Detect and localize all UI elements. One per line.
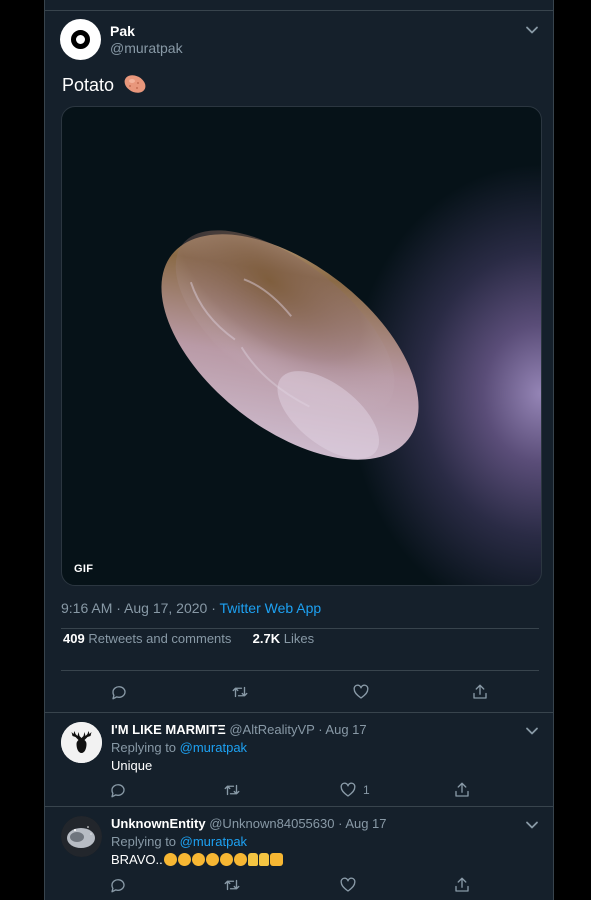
reply-date[interactable]: · Aug 17 (318, 722, 366, 737)
reply-date[interactable]: · Aug 17 (338, 816, 386, 831)
reply-author-name[interactable]: I'M LIKE MARMITΞ (111, 722, 226, 737)
replying-to: Replying to @muratpak (111, 740, 248, 755)
likes-stat[interactable]: 2.7K Likes (253, 631, 314, 646)
mention-link[interactable]: @muratpak (180, 740, 247, 755)
reply-text: Unique (111, 758, 153, 773)
like-icon[interactable] (352, 683, 370, 701)
potato-image (161, 230, 419, 460)
reply-actions (45, 876, 553, 896)
tweet-text: Potato (62, 74, 147, 99)
divider (61, 670, 539, 671)
chevron-down-icon[interactable] (525, 23, 539, 37)
reply-author-handle[interactable]: @AltRealityVP (229, 722, 314, 737)
reply-author-handle[interactable]: @Unknown84055630 (209, 816, 334, 831)
reply-icon[interactable] (109, 781, 127, 799)
timeline-column: Pak @muratpak Potato GIF 9:16 AM · Aug 1… (44, 0, 554, 900)
fist-emoji-icon (269, 852, 283, 867)
gif-badge: GIF (74, 563, 94, 575)
reply-text: BRAVO.. (111, 852, 283, 867)
mention-link[interactable]: @muratpak (180, 834, 247, 849)
chevron-down-icon[interactable] (525, 724, 539, 738)
avatar[interactable] (61, 816, 102, 857)
divider (45, 712, 553, 713)
reply-icon[interactable] (109, 876, 127, 894)
retweets-stat[interactable]: 409 Retweets and comments (63, 631, 231, 646)
thumbs-up-emoji-icon (247, 852, 269, 867)
author-name[interactable]: Pak (110, 23, 135, 39)
share-icon[interactable] (453, 876, 471, 894)
author-handle[interactable]: @muratpak (110, 40, 183, 56)
main-tweet-actions (45, 683, 553, 703)
reply-header: UnknownEntity @Unknown84055630 · Aug 17 (111, 816, 387, 831)
top-divider (45, 10, 553, 11)
tweet-stats: 409 Retweets and comments 2.7K Likes (63, 631, 314, 646)
avatar[interactable] (61, 722, 102, 763)
clap-emoji-icon (163, 852, 247, 867)
tweet-timestamp: 9:16 AM · Aug 17, 2020 · Twitter Web App (61, 600, 322, 616)
share-icon[interactable] (453, 781, 471, 799)
replying-to: Replying to @muratpak (111, 834, 248, 849)
reply-icon[interactable] (110, 683, 128, 701)
retweet-icon[interactable] (223, 876, 241, 894)
divider (45, 806, 553, 807)
like-icon[interactable] (339, 781, 357, 799)
chevron-down-icon[interactable] (525, 818, 539, 832)
share-icon[interactable] (471, 683, 489, 701)
potato-emoji-icon (123, 74, 147, 99)
avatar[interactable] (60, 19, 101, 60)
source-app-link[interactable]: Twitter Web App (220, 600, 322, 616)
reply-header: I'M LIKE MARMITΞ @AltRealityVP · Aug 17 (111, 722, 367, 737)
tweet-media-gif[interactable]: GIF (61, 106, 542, 586)
reply-actions: 1 (45, 781, 553, 801)
retweet-icon[interactable] (231, 683, 249, 701)
reply-author-name[interactable]: UnknownEntity (111, 816, 206, 831)
retweet-icon[interactable] (223, 781, 241, 799)
like-count: 1 (363, 783, 370, 797)
divider (61, 628, 539, 629)
like-icon[interactable] (339, 876, 357, 894)
